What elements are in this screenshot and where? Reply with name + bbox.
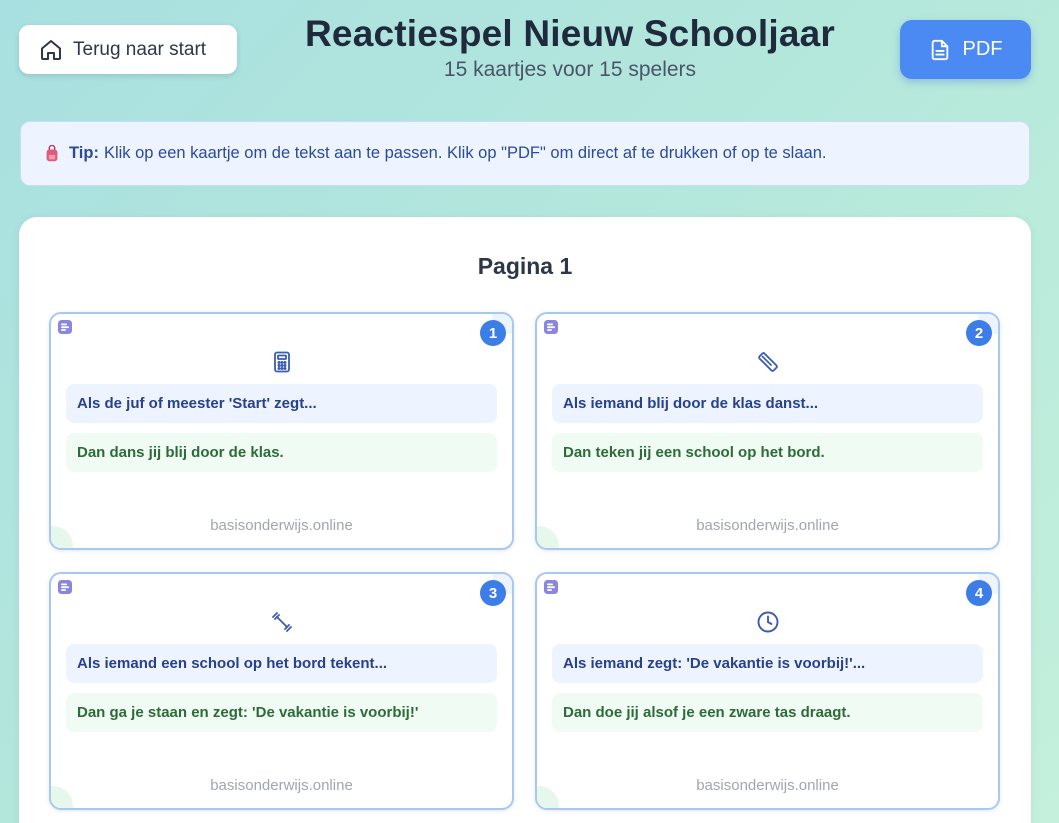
pdf-button[interactable]: PDF bbox=[900, 20, 1031, 79]
backpack-icon bbox=[46, 144, 58, 161]
back-to-start-button[interactable]: Terug naar start bbox=[19, 25, 237, 74]
card-3[interactable]: 3 Als iemand een school op het bord teke… bbox=[49, 572, 514, 810]
card-number-badge: 4 bbox=[966, 580, 992, 606]
card-footer: basisonderwijs.online bbox=[210, 777, 353, 794]
tip-box: Tip: Klik op een kaartje om de tekst aan… bbox=[20, 121, 1030, 186]
card-question[interactable]: Als iemand blij door de klas danst... bbox=[552, 384, 983, 423]
card-footer: basisonderwijs.online bbox=[696, 777, 839, 794]
card-footer: basisonderwijs.online bbox=[210, 517, 353, 534]
page-title: Reactiespel Nieuw Schooljaar bbox=[305, 13, 835, 54]
pdf-button-label: PDF bbox=[962, 38, 1003, 60]
document-icon bbox=[931, 39, 948, 60]
card-answer[interactable]: Dan ga je staan en zegt: 'De vakantie is… bbox=[66, 693, 497, 732]
card-footer: basisonderwijs.online bbox=[696, 517, 839, 534]
back-button-label: Terug naar start bbox=[73, 38, 207, 60]
card-answer[interactable]: Dan dans jij blij door de klas. bbox=[66, 433, 497, 472]
card-answer[interactable]: Dan teken jij een school op het bord. bbox=[552, 433, 983, 472]
label-icon bbox=[58, 320, 72, 334]
panel-page-title: Pagina 1 bbox=[477, 253, 573, 279]
label-icon bbox=[544, 320, 558, 334]
card-number-badge: 3 bbox=[480, 580, 506, 606]
dumbbell-icon bbox=[271, 612, 292, 632]
card-2[interactable]: 2 Als iemand blij door de klas danst... … bbox=[535, 312, 1000, 550]
title-block: Reactiespel Nieuw Schooljaar 15 kaartjes… bbox=[230, 13, 910, 82]
card-number-badge: 2 bbox=[966, 320, 992, 346]
calculator-icon bbox=[273, 351, 290, 373]
card-question[interactable]: Als iemand zegt: 'De vakantie is voorbij… bbox=[552, 644, 983, 683]
card-1[interactable]: 1 Als de juf of meester 'Start' zegt... … bbox=[49, 312, 514, 550]
card-4[interactable]: 4 Als iemand zegt: 'De vakantie is voorb… bbox=[535, 572, 1000, 810]
home-icon bbox=[41, 39, 61, 60]
card-question[interactable]: Als iemand een school op het bord tekent… bbox=[66, 644, 497, 683]
clock-icon bbox=[757, 611, 778, 633]
label-icon bbox=[544, 580, 558, 594]
page-subtitle: 15 kaartjes voor 15 spelers bbox=[443, 58, 697, 81]
card-question[interactable]: Als de juf of meester 'Start' zegt... bbox=[66, 384, 497, 423]
card-answer[interactable]: Dan doe jij alsof je een zware tas draag… bbox=[552, 693, 983, 732]
tip-text: Klik op een kaartje om de tekst aan te p… bbox=[103, 144, 827, 162]
card-number-badge: 1 bbox=[480, 320, 506, 346]
label-icon bbox=[58, 580, 72, 594]
cards-panel: Pagina 1 1 Als de juf of meester 'Start'… bbox=[19, 217, 1031, 823]
tip-label: Tip: bbox=[69, 144, 99, 162]
ruler-icon bbox=[757, 352, 778, 372]
